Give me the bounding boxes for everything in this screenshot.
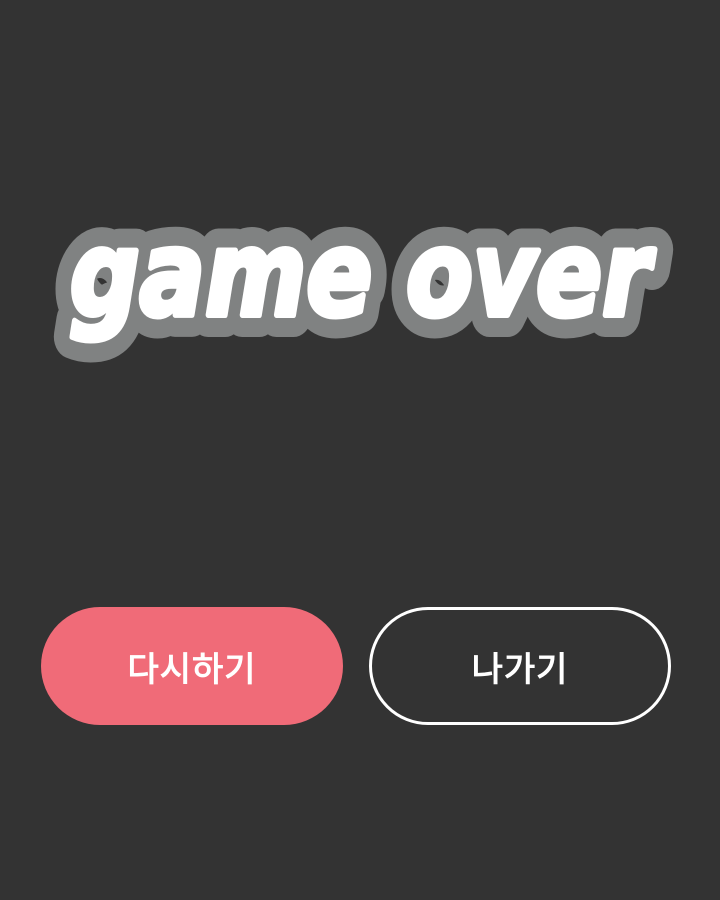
retry-button[interactable]: 다시하기 bbox=[41, 607, 343, 725]
exit-button-label: 나가기 bbox=[471, 649, 569, 690]
game-over-title-text: game over bbox=[70, 205, 656, 343]
exit-button[interactable]: 나가기 bbox=[369, 607, 671, 725]
retry-button-label: 다시하기 bbox=[127, 649, 257, 690]
game-over-title-graphic: game over game over bbox=[48, 190, 678, 365]
game-over-title: game over game over bbox=[0, 190, 720, 420]
